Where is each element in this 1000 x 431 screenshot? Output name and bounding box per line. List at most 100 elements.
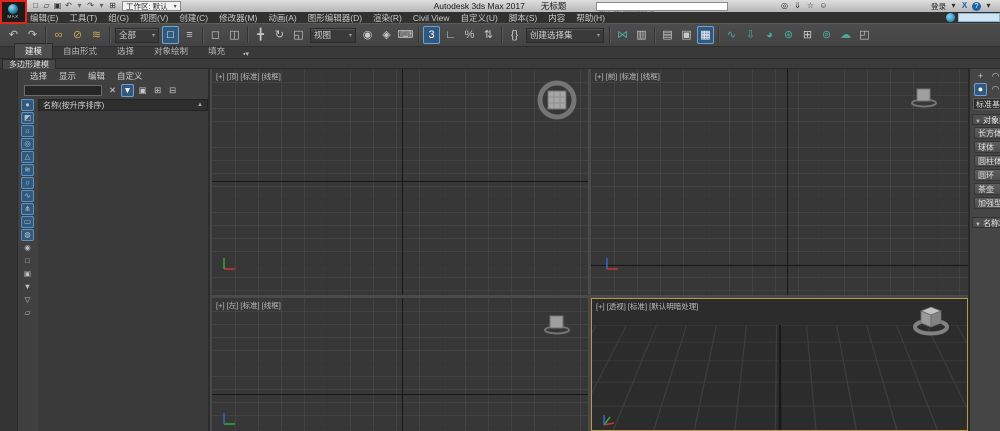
ribbon-minimize-icon[interactable]: ▪▾ [243, 50, 249, 58]
display-containers-icon[interactable]: ▭ [21, 216, 34, 228]
menu-item-11[interactable]: 脚本(S) [509, 12, 537, 24]
display-spacewarps-icon[interactable]: ≋ [21, 164, 34, 176]
pick-child-icon[interactable]: ⊟ [166, 84, 179, 97]
viewport-perspective-label[interactable]: [+] [透视] [标准] [默认明暗处理] [596, 301, 698, 312]
object-type-button-5[interactable]: 加强型文本 [974, 197, 1000, 209]
explorer-name-column-header[interactable]: 名称(按升序排序) ▲ [38, 99, 208, 111]
help-icon[interactable]: ? [972, 1, 981, 11]
select-and-move-icon[interactable]: ╋ [252, 26, 269, 44]
render-production-icon[interactable]: ⊚ [818, 26, 835, 44]
display-cameras-icon[interactable]: ◎ [21, 138, 34, 150]
notification-badge[interactable] [958, 13, 1000, 22]
primitive-category-dropdown[interactable]: 标准基本体 [973, 98, 1000, 110]
menu-item-6[interactable]: 动画(A) [268, 12, 296, 24]
sign-in-button[interactable]: 登录 [931, 1, 946, 12]
name-color-rollout[interactable]: ▼名称和颜色 [972, 217, 1000, 228]
display-groups-icon[interactable]: ○ [21, 177, 34, 189]
render-flyout-icon[interactable]: ◰ [856, 26, 873, 44]
menu-item-8[interactable]: 渲染(R) [373, 12, 402, 24]
menu-item-7[interactable]: 图形编辑器(D) [308, 12, 362, 24]
display-bones-icon[interactable]: ⋔ [21, 203, 34, 215]
display-materials-icon[interactable]: ◍ [21, 229, 34, 241]
explorer-search-box[interactable] [24, 84, 102, 101]
ribbon-tab-0[interactable]: 建模 [14, 43, 54, 58]
keyboard-shortcut-override-icon[interactable]: ⌨ [397, 26, 414, 44]
explorer-object-list[interactable] [38, 111, 208, 431]
rectangular-selection-region-icon[interactable]: ◻ [207, 26, 224, 44]
viewcube[interactable] [542, 312, 572, 336]
display-helpers-icon[interactable]: △ [21, 151, 34, 163]
select-object-icon[interactable]: □ [162, 26, 179, 44]
object-type-button-1[interactable]: 球体 [974, 141, 1000, 153]
edit-named-selection-sets-icon[interactable]: {} [506, 26, 523, 44]
create-tab-icon[interactable]: + [974, 70, 987, 82]
viewport-top-label[interactable]: [+] [顶] [标准] [线框] [216, 71, 281, 82]
layer-manager-icon[interactable]: ▤ [659, 26, 676, 44]
display-lights-icon[interactable]: ☼ [21, 125, 34, 137]
select-by-name-icon[interactable]: ≡ [181, 26, 198, 44]
viewport-left[interactable]: [+] [左] [标准] [线框] [212, 298, 588, 431]
percent-snap-toggle-icon[interactable]: % [461, 26, 478, 44]
viewcube[interactable] [534, 77, 580, 123]
object-type-button-4[interactable]: 茶壶 [974, 183, 1000, 195]
object-type-button-3[interactable]: 圆环 [974, 169, 1000, 181]
display-frozen-icon[interactable]: □ [21, 255, 34, 267]
application-menu-button[interactable]: MAX [0, 0, 26, 23]
select-and-rotate-icon[interactable]: ↻ [271, 26, 288, 44]
viewport-left-label[interactable]: [+] [左] [标准] [线框] [216, 300, 281, 311]
viewport-front[interactable]: [+] [前] [标准] [线框] [591, 69, 968, 295]
polygon-modeling-panel-tab[interactable]: 多边形建模 [2, 59, 56, 69]
scene-explorer-toggle-icon[interactable]: ▣ [678, 26, 695, 44]
shapes-category-icon[interactable]: ◠ [989, 83, 1000, 96]
favorites-star-icon[interactable]: ☆ [804, 0, 817, 12]
ribbon-tab-1[interactable]: 自由形式 [53, 44, 107, 58]
filter-icon[interactable]: ▼ [121, 83, 134, 97]
explorer-menu-item-0[interactable]: 选择 [30, 70, 47, 82]
explorer-menu-item-3[interactable]: 自定义 [117, 70, 143, 82]
menu-item-3[interactable]: 视图(V) [140, 12, 168, 24]
display-objects-icon[interactable]: ● [21, 99, 34, 111]
display-frames-icon[interactable]: ▣ [21, 268, 34, 280]
menu-item-10[interactable]: 自定义(U) [461, 12, 498, 24]
clear-search-icon[interactable]: ✕ [106, 84, 119, 97]
viewcube[interactable] [909, 85, 939, 109]
viewcube[interactable] [910, 301, 952, 337]
select-and-manipulate-icon[interactable]: ◈ [378, 26, 395, 44]
window-crossing-icon[interactable]: ◫ [226, 26, 243, 44]
selection-filter-dropdown[interactable]: 全部 ▾ [115, 27, 159, 43]
spinner-snap-toggle-icon[interactable]: ⇅ [480, 26, 497, 44]
lock-icon[interactable]: ▣ [136, 84, 149, 97]
named-selection-sets-dropdown[interactable]: 创建选择集 ▾ [526, 27, 604, 43]
menu-item-12[interactable]: 内容 [548, 12, 565, 24]
display-hidden-icon[interactable]: ◉ [21, 242, 34, 254]
select-and-link-icon[interactable]: ∞ [50, 26, 67, 44]
menu-item-13[interactable]: 帮助(H) [576, 12, 605, 24]
explorer-menu-item-2[interactable]: 编辑 [88, 70, 105, 82]
redo-icon[interactable]: ↷ [24, 26, 41, 44]
object-type-button-2[interactable]: 圆柱体 [974, 155, 1000, 167]
menu-item-2[interactable]: 组(G) [108, 12, 129, 24]
select-and-scale-icon[interactable]: ◱ [290, 26, 307, 44]
selection-filter-funnel-icon[interactable]: ▼ [21, 281, 34, 293]
pick-parent-icon[interactable]: ⊞ [151, 84, 164, 97]
mirror-icon[interactable]: ⋈ [614, 26, 631, 44]
use-pivot-point-center-icon[interactable]: ◉ [359, 26, 376, 44]
bind-to-space-warp-icon[interactable]: ≋ [88, 26, 105, 44]
render-in-cloud-icon[interactable]: ☁ [837, 26, 854, 44]
ribbon-toggle-icon[interactable]: ▦ [697, 26, 714, 44]
menu-item-4[interactable]: 创建(C) [179, 12, 208, 24]
snap-toggle-3d-icon[interactable]: 3 [423, 26, 440, 44]
angle-snap-toggle-icon[interactable]: ∟ [442, 26, 459, 44]
viewport-front-label[interactable]: [+] [前] [标准] [线框] [595, 71, 660, 82]
reference-coordinate-system-dropdown[interactable]: 视图 ▾ [310, 27, 356, 43]
display-shapes-icon[interactable]: ∿ [21, 190, 34, 202]
exchange-apps-icon[interactable]: X [959, 0, 970, 12]
ribbon-tab-3[interactable]: 对象绘制 [144, 44, 198, 58]
render-setup-icon[interactable]: ⊛ [780, 26, 797, 44]
explorer-menu-item-1[interactable]: 显示 [59, 70, 76, 82]
menu-item-0[interactable]: 编辑(E) [30, 12, 58, 24]
sign-in-dropdown-icon[interactable]: ▾ [948, 0, 959, 12]
help-search-box[interactable] [596, 1, 728, 18]
material-editor-icon[interactable]: ◕ [761, 26, 778, 44]
object-type-button-0[interactable]: 长方体 [974, 127, 1000, 139]
